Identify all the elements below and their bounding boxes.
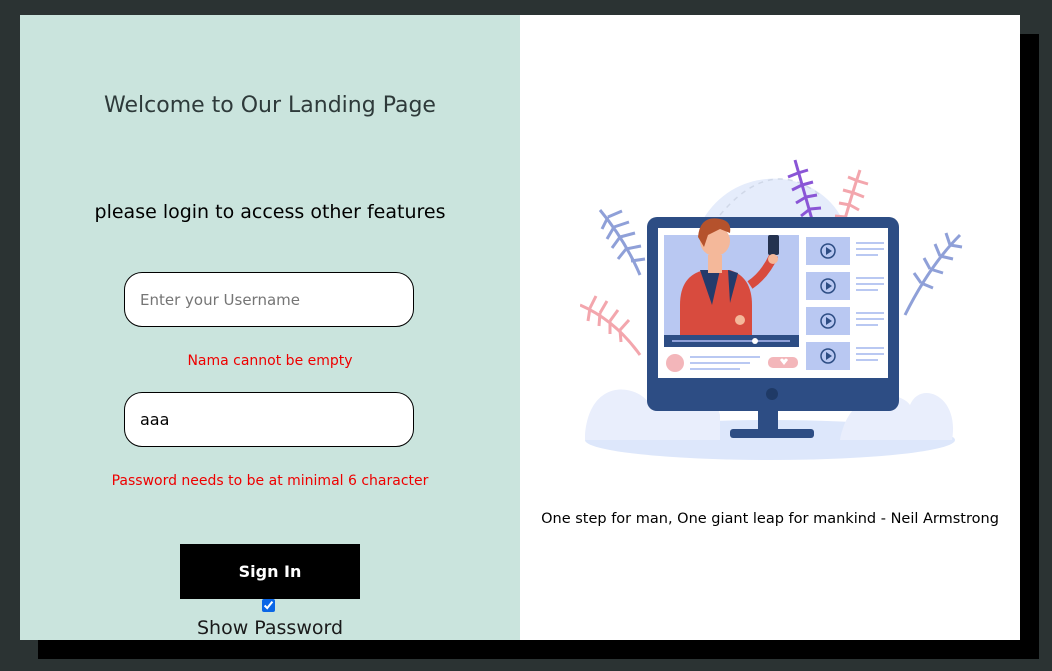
show-password-label: Show Password [196,617,344,639]
password-error: Password needs to be at minimal 6 charac… [111,473,429,489]
video-monitor-illustration [580,159,963,460]
login-card: Welcome to Our Landing Page please login… [20,15,1020,640]
username-error: Nama cannot be empty [187,353,353,369]
show-password-checkbox[interactable] [262,599,275,612]
sign-in-button[interactable]: Sign In [180,544,360,599]
quote-text: One step for man, One giant leap for man… [541,511,999,527]
password-input[interactable] [124,392,414,447]
username-input[interactable] [124,272,414,327]
illustration-panel: One step for man, One giant leap for man… [520,15,1020,640]
welcome-heading: Welcome to Our Landing Page [104,93,436,118]
login-subtitle: please login to access other features [94,201,446,223]
login-panel: Welcome to Our Landing Page please login… [20,15,520,640]
